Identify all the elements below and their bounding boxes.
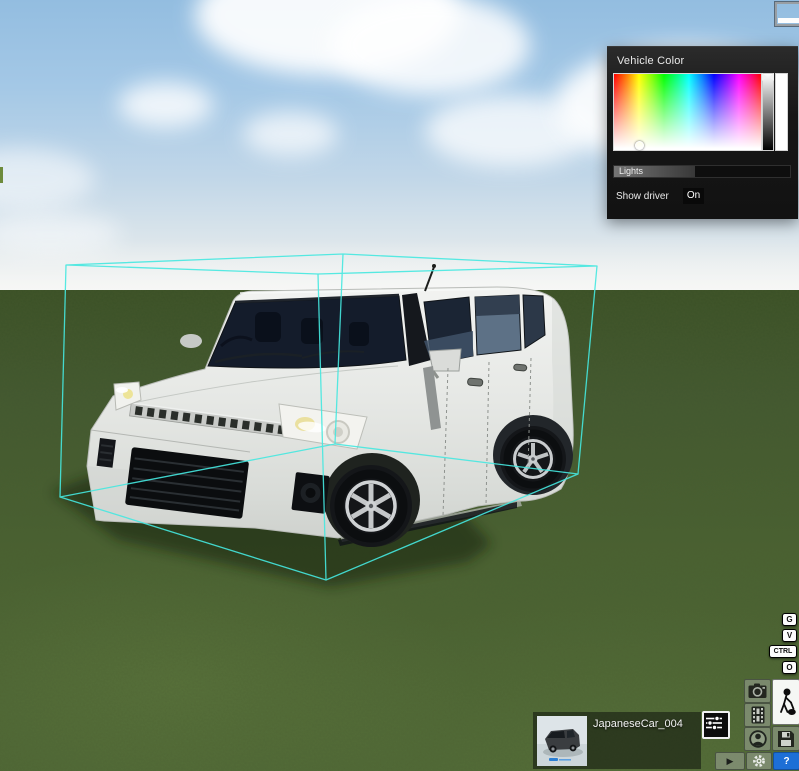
hotkey-badge-v: V [782,629,797,642]
vehicle-model [86,264,574,547]
brightness-cursor [762,73,767,81]
adjust-sliders-icon [706,715,722,731]
cleanup-tool-button[interactable] [772,679,799,725]
hotkey-badge-o: O [782,661,797,674]
help-button[interactable]: ? [773,752,799,770]
hotkey-badge-g: G [782,613,797,626]
save-button[interactable] [772,726,799,751]
settings-button[interactable] [746,752,772,770]
play-button[interactable]: ▶ [715,752,745,770]
driver-avatar-button[interactable] [744,727,771,751]
camera-icon [748,683,767,698]
front-wheel [330,465,412,547]
question-mark-icon: ? [783,755,790,767]
rear-wheel [500,426,566,492]
color-picker-field[interactable] [613,73,762,151]
brightness-slider[interactable] [762,73,774,151]
lights-slider[interactable]: Lights [613,165,791,178]
brightness-cursor [769,73,774,81]
minimized-panel-icon[interactable] [775,2,799,26]
camera-button[interactable] [744,679,771,703]
play-icon: ▶ [726,755,734,766]
film-strip-icon [751,706,764,724]
show-driver-toggle[interactable]: On [683,188,704,204]
minimized-panel-titlebar [778,18,799,23]
person-sweeping-icon [780,688,796,715]
vehicle-color-panel: Vehicle Color Lights Show driver On [607,46,798,219]
show-driver-label: Show driver [616,191,669,202]
vehicle-thumbnail[interactable] [537,716,587,766]
vehicle-name-label: JapaneseCar_004 [593,718,683,730]
adjust-sliders-button[interactable] [702,711,730,739]
driver-avatar-icon [748,730,767,748]
color-picker-cursor[interactable] [635,141,644,150]
hotkey-badge-ctrl: CTRL [769,645,797,658]
color-preview-swatch [775,73,788,151]
panel-title: Vehicle Color [617,55,685,67]
film-button[interactable] [744,703,771,727]
far-side-mirror [180,334,202,348]
side-mirror [428,348,462,372]
lights-label: Lights [619,166,644,176]
floppy-disk-icon [778,730,794,747]
spawn-bar: JapaneseCar_004 [533,712,701,769]
gear-icon [753,755,765,767]
game-viewport[interactable]: Vehicle Color Lights Show driver On G V … [0,0,799,771]
